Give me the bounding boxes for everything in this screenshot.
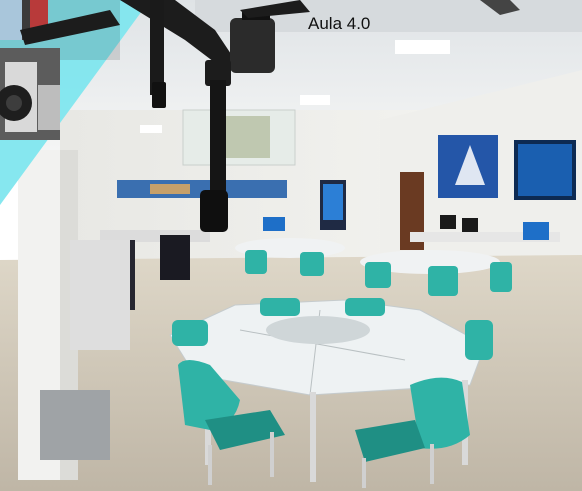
ceiling-light	[395, 40, 450, 54]
table-center-hole	[266, 316, 370, 344]
monitor	[263, 217, 285, 231]
wall-poster	[150, 184, 190, 194]
monitor	[462, 218, 478, 232]
kiosk-screen	[323, 184, 343, 220]
ceiling-light	[300, 95, 330, 105]
teal-chair	[365, 262, 391, 288]
teal-chair	[428, 266, 458, 296]
chair-leg	[208, 445, 212, 485]
ceiling-light	[140, 125, 162, 133]
chair-dark	[160, 235, 190, 280]
wall-tv-screen	[518, 144, 572, 196]
table-leg	[310, 392, 316, 482]
monitor	[440, 215, 456, 229]
teal-chair	[465, 320, 493, 360]
teal-chair	[260, 298, 300, 316]
chair-leg	[430, 444, 434, 484]
chair-leg	[270, 432, 274, 477]
teal-chair	[172, 320, 208, 346]
left-cabinet	[70, 240, 130, 350]
chair-leg	[362, 458, 366, 488]
teal-chair	[245, 250, 267, 274]
caption-label: Aula 4.0	[308, 14, 371, 33]
teal-chair	[345, 298, 385, 316]
teal-chair	[490, 262, 512, 292]
monitor	[523, 222, 549, 240]
left-cabinet-base	[40, 390, 110, 460]
teal-chair	[300, 252, 324, 276]
classroom-photo	[0, 0, 582, 491]
